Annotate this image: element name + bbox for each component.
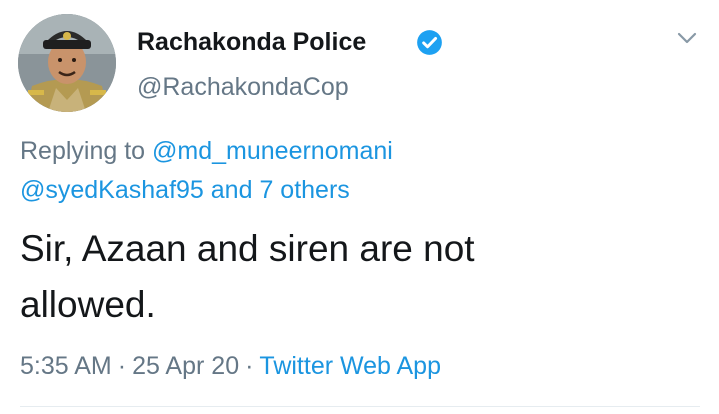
mention-link-primary[interactable]: @md_muneernomani: [152, 137, 393, 165]
verified-badge-icon: [417, 30, 442, 55]
tweet-card: Rachakonda Police @RachakondaCop Replyin…: [0, 0, 719, 414]
tweet-date[interactable]: 25 Apr 20: [132, 352, 239, 380]
mention-link-secondary[interactable]: @syedKashaf95: [20, 176, 204, 204]
and-label: and: [210, 176, 253, 204]
replying-to-line-2: @syedKashaf95 and 7 others: [20, 175, 350, 205]
chevron-down-icon[interactable]: [676, 30, 698, 46]
tweet-meta: 5:35 AM · 25 Apr 20 · Twitter Web App: [20, 350, 441, 382]
tweet-time[interactable]: 5:35 AM: [20, 352, 112, 380]
tweet-source-link[interactable]: Twitter Web App: [259, 352, 441, 380]
others-link[interactable]: 7 others: [259, 176, 349, 204]
author-name[interactable]: Rachakonda Police: [137, 27, 366, 57]
tweet-text-line-2: allowed.: [20, 284, 156, 325]
author-handle[interactable]: @RachakondaCop: [137, 72, 349, 102]
replying-to-line: Replying to @md_muneernomani: [20, 136, 393, 166]
meta-separator: ·: [117, 352, 127, 380]
meta-separator-2: ·: [245, 352, 254, 380]
replying-to-label: Replying to: [20, 137, 146, 165]
avatar-image: [18, 14, 116, 112]
divider: [20, 406, 700, 407]
tweet-text-line-1: Sir, Azaan and siren are not: [20, 228, 475, 269]
avatar[interactable]: [18, 14, 116, 112]
